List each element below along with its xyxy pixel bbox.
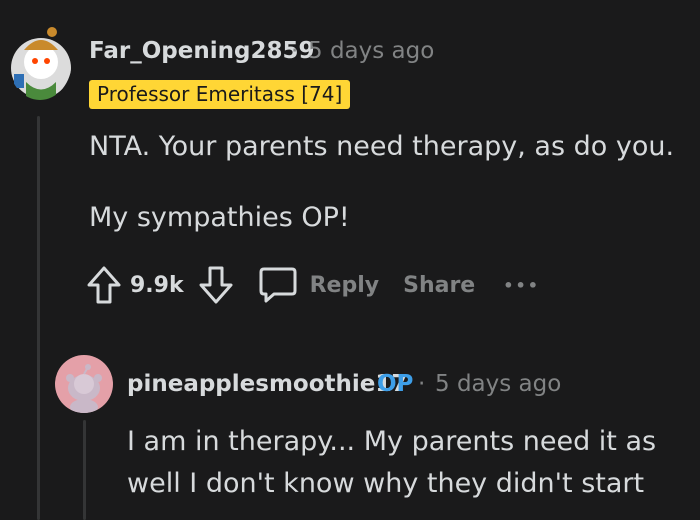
downvote-icon[interactable] [198,265,234,305]
comment-timestamp[interactable]: 5 days ago [308,38,434,64]
reply-thread-line[interactable] [83,420,86,520]
vote-score: 9.9k [130,272,184,298]
reply-button[interactable]: Reply [258,266,380,304]
upvote-icon[interactable] [86,265,122,305]
meta-separator: · [291,38,299,64]
comment-thread-line[interactable] [37,116,40,520]
reply-label: Reply [309,272,380,298]
meta-separator: · [418,371,426,397]
comment-author[interactable]: Far_Opening2859 [89,38,314,64]
more-options-button[interactable]: ••• [503,276,540,295]
comment-bubble-icon [258,266,298,304]
user-avatar[interactable] [8,22,72,100]
snoo-avatar-icon [66,364,102,413]
reply-timestamp[interactable]: 5 days ago [435,371,561,397]
comment-paragraph: NTA. Your parents need therapy, as do yo… [89,131,675,162]
user-flair: Professor Emeritass [74] [89,80,351,109]
comment-paragraph: My sympathies OP! [89,202,350,233]
op-badge: OP [377,371,414,397]
reply-author[interactable]: pineapplesmoothie17 [127,371,407,397]
share-button[interactable]: Share [403,273,475,298]
comment-action-bar: 9.9k Reply Share ••• [86,262,540,308]
reply-line: I am in therapy... My parents need it as [127,426,657,457]
reply-user-avatar[interactable] [55,355,113,413]
snoo-avatar-icon [11,27,71,100]
reply-line: well I don't know why they didn't start [127,468,645,499]
